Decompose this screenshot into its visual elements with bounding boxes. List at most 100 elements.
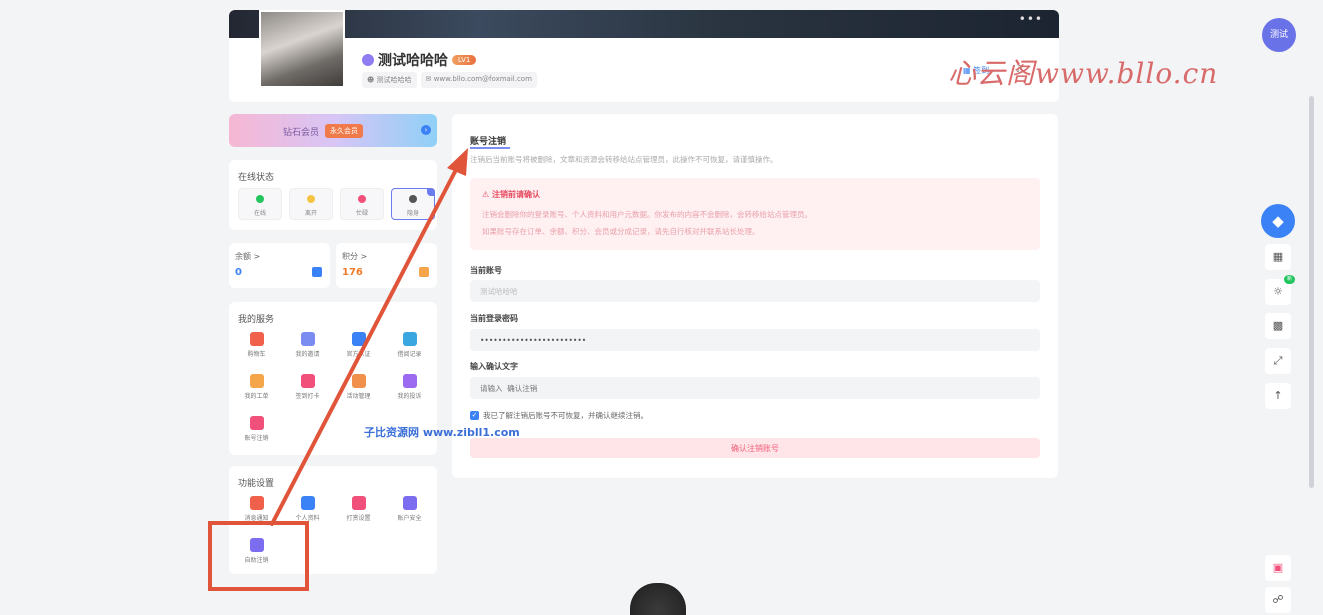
functions-item[interactable]: 打赏设置 [333, 494, 384, 528]
arrow-up-icon[interactable]: ↑ [1265, 383, 1291, 409]
warning-line-2: 如果账号存在订单、余额、积分、会员或分成记录，请先自行核对并联系站长处理。 [482, 227, 760, 236]
services-item-icon [402, 374, 417, 388]
panel-description: 注销后当前账号将被删除，文章和资源会转移给站点管理员，此操作不可恢复，请谨慎操作… [470, 155, 778, 164]
functions-item-icon [300, 496, 315, 510]
status-label: 隐身 [406, 210, 419, 217]
balance-label: 余额 > [235, 252, 261, 261]
functions-item-label: 打赏设置 [346, 515, 371, 522]
services-item-label: 官方认证 [346, 351, 371, 358]
services-item-label: 借阅记录 [397, 351, 422, 358]
vip-label: 钻石会员 [283, 127, 320, 138]
status-option[interactable]: 在线 [238, 188, 282, 220]
services-item[interactable]: 借阅记录 [384, 330, 435, 364]
functions-item-label: 账户安全 [397, 515, 422, 522]
services-item[interactable]: 我的邀请 [282, 330, 333, 364]
confirm-text-input[interactable] [470, 377, 1040, 399]
calendar-check-icon[interactable]: ▦ [1265, 244, 1291, 270]
status-label: 在线 [253, 210, 266, 217]
profile-header: ••• 测试哈哈哈 LV1 ☻ 测试哈哈哈 ✉ www.bllo.com@fox… [229, 10, 1059, 102]
watermark-mid: 子比资源网 www.zibll1.com [364, 426, 520, 439]
services-item[interactable]: 活动管理 [333, 372, 384, 406]
points-value: 176 [342, 267, 363, 278]
mascot-image [630, 583, 686, 615]
user-email-tag: ✉ www.bllo.com@foxmail.com [420, 72, 537, 88]
fullscreen-icon[interactable]: ⤢ [1265, 348, 1291, 374]
points-icon [419, 267, 429, 277]
status-option[interactable]: 离开 [289, 188, 333, 220]
section-title: 我的服务 [238, 315, 275, 325]
cart-icon[interactable]: ☍ [1265, 587, 1291, 613]
services-item-icon [300, 374, 315, 388]
status-dot-icon [256, 195, 264, 203]
vip-badge: 永久会员 [325, 124, 364, 138]
warning-box: ⚠ 注销前请确认 注销会删除你的登录账号、个人资料和用户元数据。你发布的内容不会… [470, 178, 1040, 250]
services-item-icon [300, 332, 315, 346]
balance-value: 0 [235, 267, 242, 278]
profile-cover: ••• [229, 10, 1059, 38]
services-item[interactable]: 官方认证 [333, 330, 384, 364]
services-item[interactable]: 我的工单 [231, 372, 282, 406]
password-field[interactable] [470, 329, 1040, 351]
wallet-icon [312, 267, 322, 277]
services-item-label: 我的邀请 [295, 351, 320, 358]
status-dot-icon [307, 195, 315, 203]
services-item[interactable]: 签到打卡 [282, 372, 333, 406]
warning-line-1: 注销会删除你的登录账号、个人资料和用户元数据。你发布的内容不会删除，会转移给站点… [482, 210, 812, 219]
services-item-label: 活动管理 [346, 393, 371, 400]
points-card[interactable]: 积分 > 176 [336, 243, 437, 288]
section-title: 在线状态 [238, 173, 275, 183]
user-avatar-small[interactable]: 测试 [1262, 18, 1296, 52]
section-title: 功能设置 [238, 479, 275, 489]
level-badge: LV1 [452, 55, 477, 65]
status-option[interactable]: 隐身 [391, 188, 435, 220]
status-label: 离开 [304, 210, 317, 217]
services-item-icon [249, 332, 264, 346]
balance-card[interactable]: 余额 > 0 [229, 243, 330, 288]
gift-icon[interactable]: ▣ [1265, 555, 1291, 581]
functions-item[interactable]: 账户安全 [384, 494, 435, 528]
username: 测试哈哈哈 [378, 53, 448, 69]
account-field [470, 280, 1040, 302]
services-item-icon [351, 332, 366, 346]
diamond-icon[interactable]: ◆ [1261, 204, 1295, 238]
services-item-label: 我的投诉 [397, 393, 422, 400]
services-item[interactable]: 我的投诉 [384, 372, 435, 406]
online-status-card: 在线状态 在线 离开 忙碌 隐身 [229, 160, 437, 230]
services-item-icon [249, 374, 264, 388]
services-item-label: 账号注销 [244, 435, 269, 442]
status-option[interactable]: 忙碌 [340, 188, 384, 220]
status-dot-icon [409, 195, 417, 203]
status-dot-icon [358, 195, 366, 203]
services-item-icon [351, 374, 366, 388]
functions-item-icon [351, 496, 366, 510]
agree-row[interactable]: ✓ 我已了解注销后账号不可恢复，并确认继续注销。 [470, 410, 648, 421]
more-icon[interactable]: ••• [1019, 12, 1043, 26]
services-item-label: 我的工单 [244, 393, 269, 400]
services-item-icon [249, 416, 264, 430]
functions-item-icon [402, 496, 417, 510]
vip-icon [362, 54, 374, 66]
services-item-label: 购物车 [247, 351, 266, 358]
panel-title: 账号注销 [470, 137, 507, 147]
status-label: 忙碌 [355, 210, 368, 217]
user-name-tag: ☻ 测试哈哈哈 [362, 72, 417, 88]
warning-title: ⚠ 注销前请确认 [482, 190, 540, 199]
services-item-icon [402, 332, 417, 346]
password-label: 当前登录密码 [470, 314, 518, 323]
new-badge: 新 [1283, 275, 1295, 284]
confirm-delete-button[interactable]: 确认注销账号 [470, 438, 1040, 458]
user-avatar[interactable] [259, 10, 345, 88]
qrcode-icon[interactable]: ▩ [1265, 313, 1291, 339]
title-underline [470, 147, 510, 149]
confirm-label: 输入确认文字 [470, 362, 518, 371]
services-item[interactable]: 账号注销 [231, 414, 282, 448]
services-item-label: 签到打卡 [295, 393, 320, 400]
scrollbar[interactable] [1309, 96, 1314, 488]
account-label: 当前账号 [470, 266, 502, 275]
chat-icon[interactable]: ☼ 新 [1265, 275, 1295, 305]
vip-banner[interactable]: 钻石会员 永久会员 › [229, 114, 437, 147]
chevron-right-icon[interactable]: › [421, 125, 431, 135]
checkbox-icon[interactable]: ✓ [470, 411, 479, 420]
functions-item-icon [249, 496, 264, 510]
services-item[interactable]: 购物车 [231, 330, 282, 364]
